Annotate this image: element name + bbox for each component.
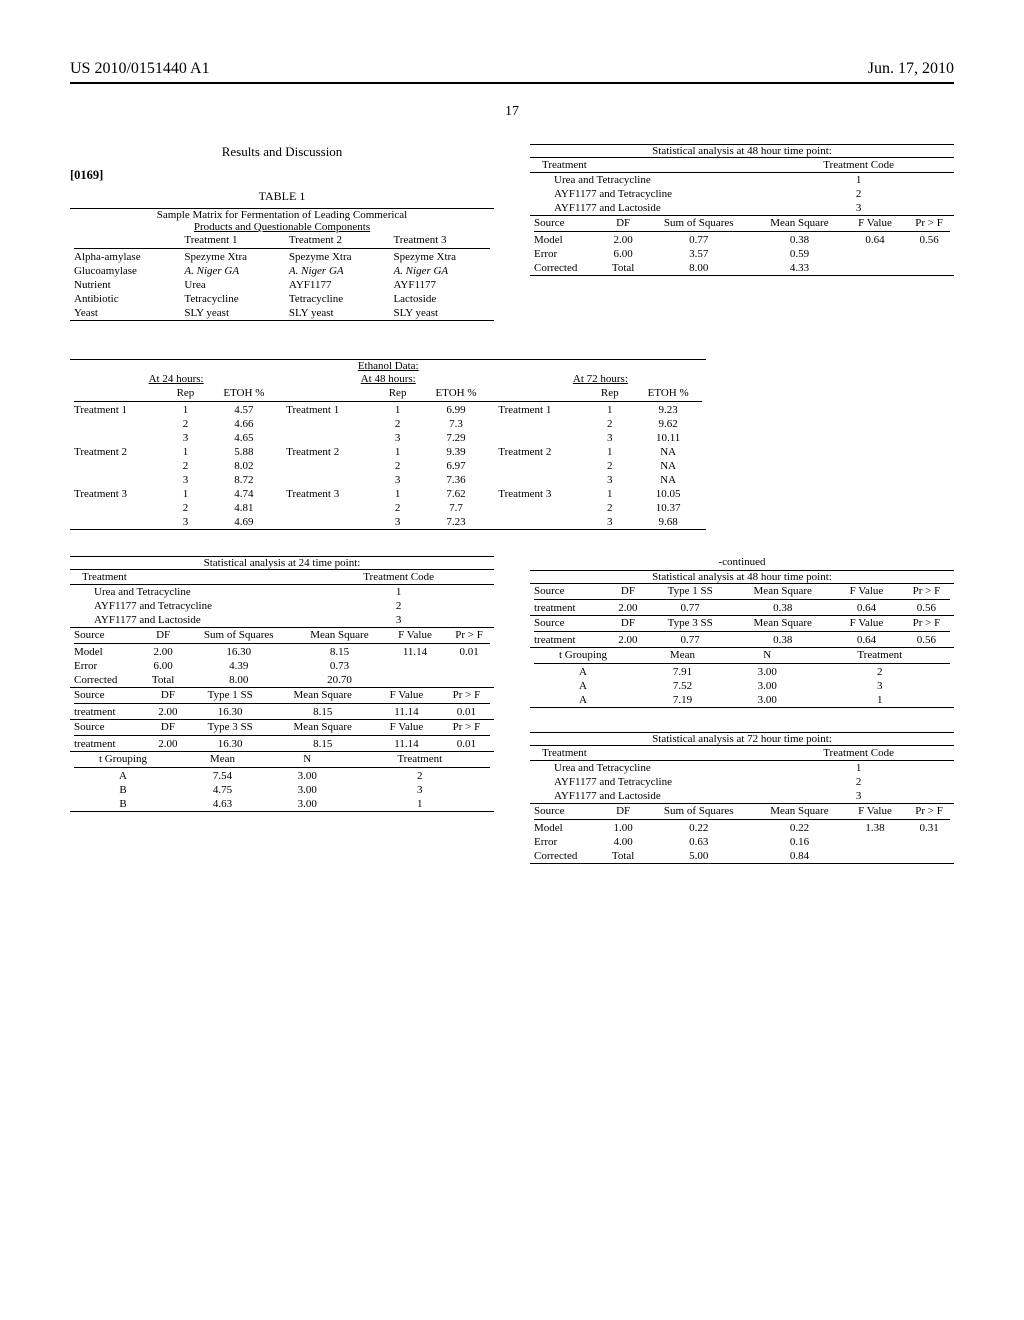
stats-72-caption: Statistical analysis at 72 hour time poi… [530, 733, 954, 745]
stats-48-caption: Statistical analysis at 48 hour time poi… [530, 145, 954, 157]
page-number: 17 [70, 104, 954, 120]
paragraph-0169: [0169] [70, 168, 494, 183]
table-row: 34.6537.29310.11 [70, 431, 706, 445]
table-row: CorrectedTotal8.004.33 [530, 261, 954, 275]
section-title: Results and Discussion [70, 144, 494, 160]
table-row: AYF1177 and Tetracycline2 [530, 775, 954, 789]
table-row: CorrectedTotal8.0020.70 [70, 673, 494, 687]
stats-72: Statistical analysis at 72 hour time poi… [530, 732, 954, 864]
table-row: Treatment 314.74Treatment 317.62Treatmen… [70, 487, 706, 501]
running-header: US 2010/0151440 A1 Jun. 17, 2010 [70, 60, 954, 78]
paragraph-number: [0169] [70, 168, 103, 182]
table-row: Urea and Tetracycline1 [530, 173, 954, 187]
table-row: Error6.004.390.73 [70, 659, 494, 673]
header-rule [70, 82, 954, 84]
table-row: treatment2.0016.308.1511.140.01 [70, 705, 494, 719]
table-row: treatment2.000.770.380.640.56 [530, 633, 954, 647]
table-row: B4.753.003 [70, 783, 494, 797]
table-row: NutrientUreaAYF1177AYF1177 [70, 278, 494, 292]
table-row: 28.0226.972NA [70, 459, 706, 473]
table-row: Model2.0016.308.1511.140.01 [70, 645, 494, 659]
table-row: AYF1177 and Tetracycline2 [70, 599, 494, 613]
pub-number: US 2010/0151440 A1 [70, 60, 210, 78]
table-row: 34.6937.2339.68 [70, 515, 706, 529]
table-row: A7.193.001 [530, 693, 954, 707]
table-row: AntibioticTetracyclineTetracyclineLactos… [70, 292, 494, 306]
table-row: AYF1177 and Lactoside3 [70, 613, 494, 627]
table-row: Error4.000.630.16 [530, 835, 954, 849]
table-row: A7.913.002 [530, 665, 954, 679]
table-1-caption-1: Sample Matrix for Fermentation of Leadin… [70, 209, 494, 221]
table-row: GlucoamylaseA. Niger GAA. Niger GAA. Nig… [70, 264, 494, 278]
stats-48-top: Statistical analysis at 48 hour time poi… [530, 144, 954, 276]
table-row: CorrectedTotal5.000.84 [530, 849, 954, 863]
table-row: 24.8127.7210.37 [70, 501, 706, 515]
ethanol-title: Ethanol Data: [70, 360, 706, 372]
table-1: TABLE 1 Sample Matrix for Fermentation o… [70, 189, 494, 321]
table-row: Treatment 215.88Treatment 219.39Treatmen… [70, 445, 706, 459]
table-row: Model1.000.220.221.380.31 [530, 821, 954, 835]
ethanol-table: Ethanol Data: At 24 hours: At 48 hours: … [70, 359, 706, 530]
table-row: Error6.003.570.59 [530, 247, 954, 261]
table-row: treatment2.000.770.380.640.56 [530, 601, 954, 615]
table-1-grid: Treatment 1 Treatment 2 Treatment 3 Alph… [70, 233, 494, 320]
table-row: Treatment 114.57Treatment 116.99Treatmen… [70, 403, 706, 417]
table-row: 38.7237.363NA [70, 473, 706, 487]
table-row: AYF1177 and Tetracycline2 [530, 187, 954, 201]
table-row: A7.523.003 [530, 679, 954, 693]
table-row: B4.633.001 [70, 797, 494, 811]
page: US 2010/0151440 A1 Jun. 17, 2010 17 Resu… [0, 0, 1024, 1320]
table-row: 24.6627.329.62 [70, 417, 706, 431]
stats-24-caption: Statistical analysis at 24 time point: [70, 557, 494, 569]
table-row: A7.543.002 [70, 769, 494, 783]
stats-24: Statistical analysis at 24 time point: T… [70, 556, 494, 812]
table-1-title: TABLE 1 [70, 189, 494, 204]
table-row: Alpha-amylaseSpezyme XtraSpezyme XtraSpe… [70, 250, 494, 264]
table-row: treatment2.0016.308.1511.140.01 [70, 737, 494, 751]
table-row: YeastSLY yeastSLY yeastSLY yeast [70, 306, 494, 320]
table-row: Urea and Tetracycline1 [530, 761, 954, 775]
table-1-caption-2: Products and Questionable Components [70, 221, 494, 233]
table-row: Treatment 1 Treatment 2 Treatment 3 [70, 233, 494, 247]
table-row: AYF1177 and Lactoside3 [530, 789, 954, 803]
table-row: AYF1177 and Lactoside3 [530, 201, 954, 215]
continued-label: -continued [530, 556, 954, 568]
stats-48-caption-cont: Statistical analysis at 48 hour time poi… [530, 571, 954, 583]
pub-date: Jun. 17, 2010 [868, 60, 954, 78]
table-row: Model2.000.770.380.640.56 [530, 233, 954, 247]
stats-48-continued: -continued Statistical analysis at 48 ho… [530, 556, 954, 708]
table-row: Urea and Tetracycline1 [70, 585, 494, 599]
